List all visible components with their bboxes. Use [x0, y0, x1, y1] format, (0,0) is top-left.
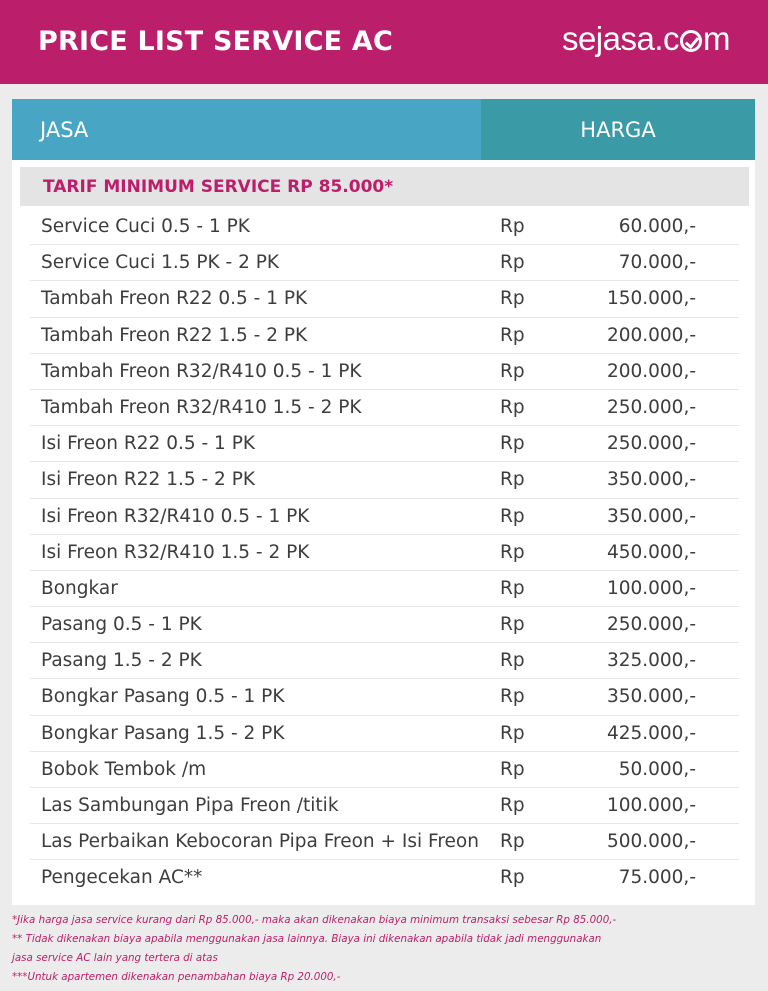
- table-row: Bongkar Pasang 1.5 - 2 PK Rp 425.000,-: [12, 716, 755, 753]
- table-row: Bobok Tembok /m Rp 50.000,-: [12, 752, 755, 789]
- service-price: 75.000,-: [618, 867, 696, 889]
- table-row: Tambah Freon R22 1.5 - 2 PK Rp 200.000,-: [12, 318, 755, 354]
- service-name: Bobok Tembok /m: [41, 758, 207, 780]
- service-name: Service Cuci 0.5 - 1 PK: [41, 216, 250, 237]
- currency-label: Rp: [500, 216, 525, 237]
- service-name: Pasang 0.5 - 1 PK: [41, 614, 202, 636]
- table-row: Isi Freon R22 1.5 - 2 PK Rp 350.000,-: [12, 462, 755, 499]
- service-price: 325.000,-: [606, 650, 696, 672]
- footnote: ** Tidak dikenakan biaya apabila menggun…: [12, 933, 602, 945]
- service-price: 425.000,-: [606, 722, 696, 744]
- service-price: 450.000,-: [606, 541, 696, 563]
- table-row: Service Cuci 0.5 - 1 PK Rp 60.000,-: [12, 209, 755, 246]
- sejasa-logo[interactable]: sejasa.c m: [561, 20, 731, 58]
- service-price: 200.000,-: [606, 324, 696, 346]
- currency-label: Rp: [500, 795, 525, 816]
- currency-label: Rp: [500, 433, 525, 455]
- price-table: JASA HARGA TARIF MINIMUM SERVICE RP 85.0…: [12, 99, 755, 905]
- service-name: Bongkar Pasang 1.5 - 2 PK: [41, 722, 285, 744]
- service-price: 350.000,-: [606, 505, 696, 527]
- service-name: Tambah Freon R32/R410 0.5 - 1 PK: [41, 360, 362, 382]
- column-header-jasa: JASA: [12, 99, 481, 160]
- table-row: Service Cuci 1.5 PK - 2 PK Rp 70.000,-: [12, 245, 755, 282]
- table-row: Pengecekan AC** Rp 75.000,-: [12, 860, 755, 896]
- currency-label: Rp: [500, 867, 525, 889]
- footnote: ***Untuk apartemen dikenakan penambahan …: [12, 971, 341, 983]
- logo-text: sejasa.c: [561, 20, 680, 57]
- currency-label: Rp: [500, 650, 525, 672]
- currency-label: Rp: [500, 252, 525, 274]
- currency-label: Rp: [500, 360, 525, 382]
- currency-label: Rp: [500, 396, 525, 418]
- table-row: Tambah Freon R22 0.5 - 1 PK Rp 150.000,-: [12, 281, 755, 318]
- currency-label: Rp: [500, 541, 525, 563]
- service-name: Pasang 1.5 - 2 PK: [41, 650, 202, 672]
- currency-label: Rp: [500, 758, 525, 780]
- table-row: Las Perbaikan Kebocoran Pipa Freon + Isi…: [12, 824, 755, 861]
- logo-text-end: m: [703, 20, 731, 57]
- service-price: 100.000,-: [606, 577, 696, 599]
- service-price: 500.000,-: [606, 831, 696, 853]
- service-price: 200.000,-: [606, 360, 696, 382]
- currency-label: Rp: [500, 614, 525, 636]
- currency-label: Rp: [500, 577, 525, 599]
- service-price: 60.000,-: [618, 216, 696, 237]
- table-row: Pasang 1.5 - 2 PK Rp 325.000,-: [12, 643, 755, 680]
- service-name: Isi Freon R22 0.5 - 1 PK: [41, 433, 255, 455]
- service-price: 70.000,-: [618, 252, 696, 274]
- footnote: jasa service AC lain yang tertera di ata…: [12, 952, 218, 964]
- footnotes: *Jika harga jasa service kurang dari Rp …: [12, 911, 756, 987]
- service-price: 350.000,-: [606, 686, 696, 708]
- service-price: 250.000,-: [606, 433, 696, 455]
- service-price: 100.000,-: [606, 795, 696, 816]
- currency-label: Rp: [500, 686, 525, 708]
- service-name: Bongkar: [41, 577, 118, 599]
- currency-label: Rp: [500, 722, 525, 744]
- table-row: Isi Freon R22 0.5 - 1 PK Rp 250.000,-: [12, 426, 755, 463]
- table-row: Tambah Freon R32/R410 1.5 - 2 PK Rp 250.00…: [12, 390, 755, 427]
- service-name: Isi Freon R32/R410 0.5 - 1 PK: [41, 505, 310, 527]
- page-header: PRICE LIST SERVICE AC sejasa.c m: [0, 0, 768, 84]
- service-name: Isi Freon R22 1.5 - 2 PK: [41, 469, 255, 491]
- service-name: Pengecekan AC**: [41, 867, 203, 889]
- table-row: Tambah Freon R32/R410 0.5 - 1 PK Rp 200.00…: [12, 354, 755, 391]
- page-title: PRICE LIST SERVICE AC: [38, 26, 393, 57]
- service-name: Bongkar Pasang 0.5 - 1 PK: [41, 686, 285, 708]
- service-name: Isi Freon R32/R410 1.5 - 2 PK: [41, 541, 310, 563]
- currency-label: Rp: [500, 324, 525, 346]
- service-name: Las Sambungan Pipa Freon /titik: [41, 795, 339, 816]
- service-price: 250.000,-: [606, 396, 696, 418]
- service-name: Service Cuci 1.5 PK - 2 PK: [41, 252, 280, 274]
- service-price: 350.000,-: [606, 469, 696, 491]
- currency-label: Rp: [500, 288, 525, 310]
- column-header-harga: HARGA: [481, 99, 755, 160]
- tarif-minimum-banner: TARIF MINIMUM SERVICE RP 85.000*: [20, 167, 749, 206]
- footnote: *Jika harga jasa service kurang dari Rp …: [12, 914, 617, 926]
- table-row: Las Sambungan Pipa Freon /titik Rp 100.000…: [12, 788, 755, 825]
- currency-label: Rp: [500, 469, 525, 491]
- currency-label: Rp: [500, 505, 525, 527]
- service-name: Las Perbaikan Kebocoran Pipa Freon + Isi…: [41, 831, 479, 853]
- service-name: Tambah Freon R22 1.5 - 2 PK: [41, 324, 308, 346]
- table-row: Bongkar Pasang 0.5 - 1 PK Rp 350.000,-: [12, 679, 755, 716]
- table-row: Bongkar Rp 100.000,-: [12, 571, 755, 608]
- service-name: Tambah Freon R32/R410 1.5 - 2 PK: [41, 396, 362, 418]
- service-name: Tambah Freon R22 0.5 - 1 PK: [41, 288, 308, 310]
- table-row: Pasang 0.5 - 1 PK Rp 250.000,-: [12, 607, 755, 644]
- currency-label: Rp: [500, 831, 525, 853]
- check-circle-icon: [680, 30, 702, 52]
- table-row: Isi Freon R32/R410 0.5 - 1 PK Rp 350.000,-: [12, 499, 755, 535]
- service-price: 50.000,-: [618, 758, 696, 780]
- table-row: Isi Freon R32/R410 1.5 - 2 PK Rp 450.000,-: [12, 535, 755, 572]
- service-price: 150.000,-: [606, 288, 696, 310]
- service-price: 250.000,-: [606, 614, 696, 636]
- price-rows: Service Cuci 0.5 - 1 PK Rp 60.000,- Service…: [12, 209, 755, 897]
